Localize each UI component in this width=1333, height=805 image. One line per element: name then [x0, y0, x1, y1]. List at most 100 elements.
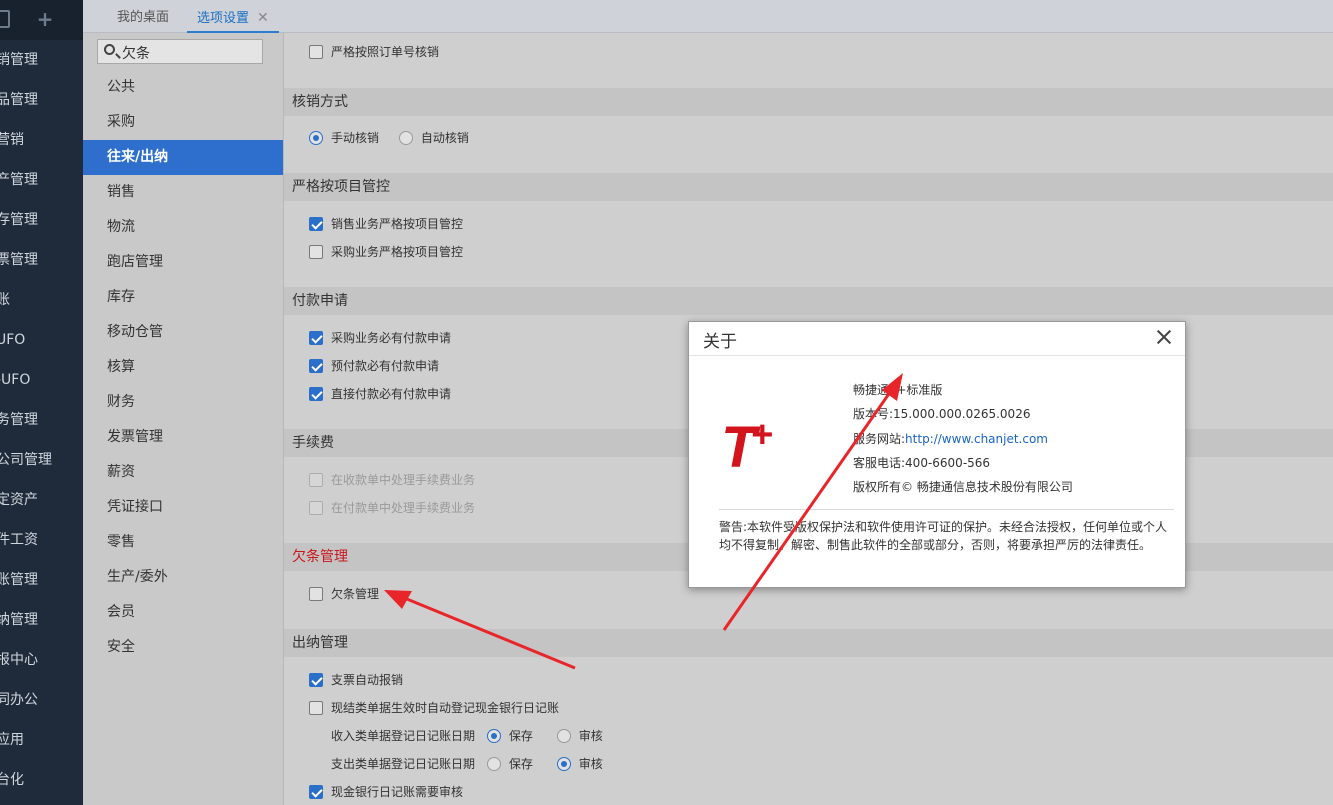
category-item[interactable]: 会员: [83, 595, 283, 630]
nav-item[interactable]: 同办公: [0, 680, 83, 720]
copyright-text: 版权所有© 畅捷通信息技术股份有限公司: [853, 480, 1073, 494]
checkbox[interactable]: [309, 587, 323, 601]
section-cashier-title: 出纳管理: [284, 629, 1333, 657]
category-panel: 欠条 公共 采购 往来/出纳 销售 物流 跑店管理 库存 移动仓管 核算 财务 发票管理 薪资 凭证接口…: [83, 33, 284, 805]
category-item[interactable]: 财务: [83, 385, 283, 420]
option-sales-project[interactable]: 销售业务严格按项目管控: [309, 214, 463, 234]
category-item[interactable]: 发票管理: [83, 420, 283, 455]
about-dialog: 关于 T+ 畅捷通T+标准版 版本号:15.000.000.0265.0026 …: [688, 321, 1186, 588]
nav-item[interactable]: 账: [0, 280, 83, 320]
nav-item[interactable]: 销管理: [0, 40, 83, 80]
option-payment-3[interactable]: 直接付款必有付款申请: [309, 384, 451, 404]
version-text: 版本号:15.000.000.0265.0026: [853, 407, 1031, 421]
nav-item[interactable]: 营销: [0, 120, 83, 160]
nav-item[interactable]: 应用: [0, 720, 83, 760]
option-fee-2: 在付款单中处理手续费业务: [309, 498, 475, 518]
category-item[interactable]: 库存: [83, 280, 283, 315]
radio-expense-audit[interactable]: [556, 757, 571, 771]
checkbox[interactable]: [309, 245, 323, 259]
category-item[interactable]: 零售: [83, 525, 283, 560]
checkbox[interactable]: [309, 785, 323, 799]
search-icon: [104, 44, 115, 55]
radio-income-audit[interactable]: [556, 729, 571, 743]
nav-item-label: 营销: [0, 132, 24, 148]
tab-desktop[interactable]: 我的桌面: [117, 0, 169, 33]
nav-item-label: 同办公: [0, 692, 38, 708]
nav-item-label: UFO: [0, 332, 26, 348]
nav-item[interactable]: 报中心: [0, 640, 83, 680]
nav-item-label: 件工资: [0, 532, 38, 548]
option-cheque[interactable]: 支票自动报销: [309, 670, 403, 690]
category-item[interactable]: 核算: [83, 350, 283, 385]
radio-income-save[interactable]: [486, 729, 501, 743]
checkbox[interactable]: [309, 387, 323, 401]
nav-item[interactable]: UFO: [0, 320, 83, 360]
radio-group-hexiao: 手动核销 自动核销: [309, 128, 469, 148]
option-fee-1: 在收款单中处理手续费业务: [309, 470, 475, 490]
category-item[interactable]: 销售: [83, 175, 283, 210]
radio-manual[interactable]: [309, 131, 323, 145]
nav-item-label: 务管理: [0, 412, 38, 428]
nav-item-label: 台化: [0, 772, 24, 788]
option-payment-1[interactable]: 采购业务必有付款申请: [309, 328, 451, 348]
category-item[interactable]: 公共: [83, 70, 283, 105]
add-icon[interactable]: +: [36, 9, 54, 29]
nav-item[interactable]: 品管理: [0, 80, 83, 120]
nav-item-label: 品管理: [0, 92, 38, 108]
phone-text: 客服电话:400-6600-566: [853, 456, 991, 470]
category-item[interactable]: 移动仓管: [83, 315, 283, 350]
category-item[interactable]: 凭证接口: [83, 490, 283, 525]
checkbox[interactable]: [309, 359, 323, 373]
nav-item[interactable]: -UFO: [0, 360, 83, 400]
tplus-logo: T+: [721, 414, 773, 480]
option-cash-settle[interactable]: 现结类单据生效时自动登记现金银行日记账: [309, 698, 559, 718]
left-navigation: + 销管理品管理营销产管理存管理票管理账 UFO -UFO 务管理公司管理定资产件工资…: [0, 0, 83, 805]
section-hexiao-title: 核销方式: [284, 88, 1333, 116]
close-tab-icon[interactable]: ✕: [257, 10, 269, 26]
checkbox[interactable]: [309, 701, 323, 715]
warning-text: 警告:本软件受版权保护法和软件使用许可证的保护。未经合法授权，任何单位或个人均不…: [719, 520, 1168, 552]
option-iou[interactable]: 欠条管理: [309, 584, 379, 604]
checkbox[interactable]: [309, 331, 323, 345]
section-payment-title: 付款申请: [284, 287, 1333, 315]
nav-item[interactable]: 公司管理: [0, 440, 83, 480]
checkbox[interactable]: [309, 673, 323, 687]
category-item[interactable]: 生产/委外: [83, 560, 283, 595]
tab-options-label: 选项设置: [197, 11, 250, 26]
search-input[interactable]: 欠条: [97, 39, 263, 64]
website-link[interactable]: http://www.chanjet.com: [905, 432, 1048, 446]
close-icon[interactable]: [1153, 326, 1175, 348]
nav-item[interactable]: 务管理: [0, 400, 83, 440]
category-item[interactable]: 采购: [83, 105, 283, 140]
nav-item[interactable]: 产管理: [0, 160, 83, 200]
nav-list: 销管理品管理营销产管理存管理票管理账 UFO -UFO 务管理公司管理定资产件工资账管…: [0, 40, 83, 800]
nav-item[interactable]: 件工资: [0, 520, 83, 560]
option-purchase-project[interactable]: 采购业务严格按项目管控: [309, 242, 463, 262]
nav-item[interactable]: 票管理: [0, 240, 83, 280]
category-item[interactable]: 跑店管理: [83, 245, 283, 280]
option-cash-audit[interactable]: 现金银行日记账需要审核: [309, 782, 463, 802]
nav-item[interactable]: 台化: [0, 760, 83, 800]
category-item[interactable]: 安全: [83, 630, 283, 665]
nav-item-label: 票管理: [0, 252, 38, 268]
option-payment-2[interactable]: 预付款必有付款申请: [309, 356, 439, 376]
nav-item[interactable]: 定资产: [0, 480, 83, 520]
tab-options[interactable]: 选项设置 ✕: [187, 0, 279, 33]
category-item[interactable]: 往来/出纳: [83, 140, 283, 175]
nav-item[interactable]: 存管理: [0, 200, 83, 240]
checkbox[interactable]: [309, 217, 323, 231]
category-item[interactable]: 物流: [83, 210, 283, 245]
nav-item-label: 纳管理: [0, 612, 38, 628]
checkbox: [309, 501, 323, 515]
option-strict-order[interactable]: 严格按照订单号核销: [309, 42, 439, 62]
radio-expense-save[interactable]: [486, 757, 501, 771]
nav-item[interactable]: 账管理: [0, 560, 83, 600]
nav-item[interactable]: 纳管理: [0, 600, 83, 640]
website-line: 服务网站:http://www.chanjet.com: [853, 432, 1048, 446]
home-icon[interactable]: [0, 10, 10, 28]
nav-item-label: 产管理: [0, 172, 38, 188]
category-item[interactable]: 薪资: [83, 455, 283, 490]
category-list: 公共 采购 往来/出纳 销售 物流 跑店管理 库存 移动仓管 核算 财务 发票管理 薪资 凭证接口 零售生…: [83, 70, 283, 665]
checkbox[interactable]: [309, 45, 323, 59]
radio-auto[interactable]: [398, 131, 413, 145]
